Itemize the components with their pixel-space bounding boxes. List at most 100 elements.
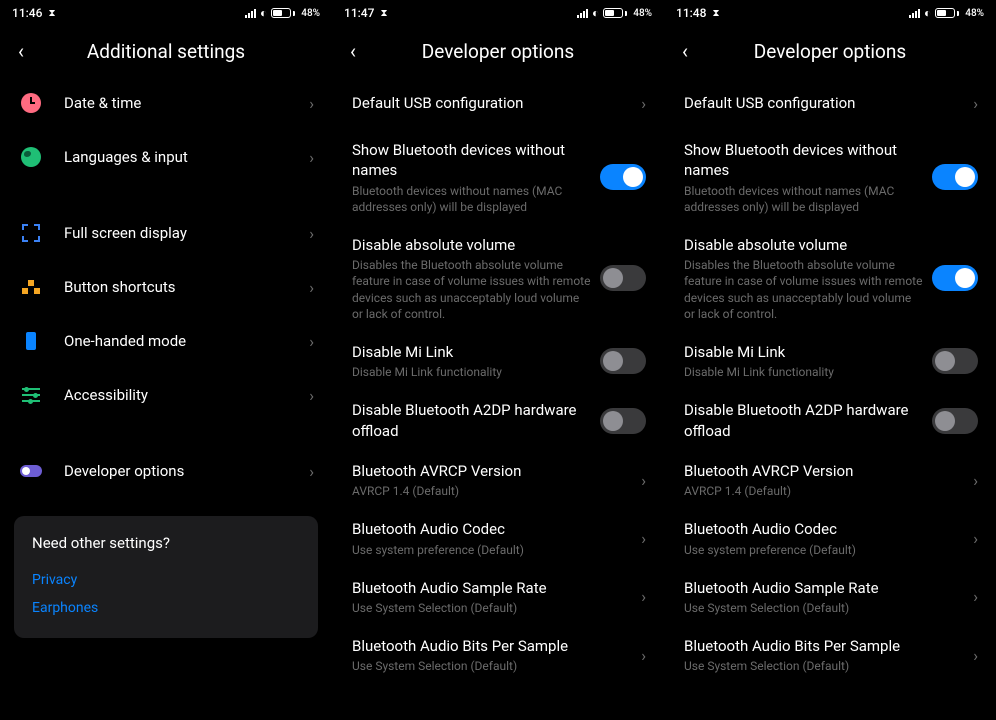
settings-row[interactable]: Full screen display ›	[0, 206, 332, 260]
footer-card: Need other settings? PrivacyEarphones	[14, 516, 318, 638]
header: ‹ Developer options	[664, 26, 996, 76]
settings-row[interactable]: Developer options ›	[0, 444, 332, 498]
signal-icon	[909, 9, 920, 18]
settings-row[interactable]: Bluetooth Audio Bits Per Sample Use Syst…	[332, 626, 664, 684]
status-bar: 11:47 ⧗ ◐ 48%	[332, 0, 664, 26]
settings-row[interactable]: Languages & input ›	[0, 130, 332, 184]
chevron-right-icon: ›	[309, 148, 314, 167]
back-button[interactable]: ‹	[18, 39, 38, 63]
toggle-switch[interactable]	[600, 348, 646, 374]
globe-icon	[20, 146, 42, 168]
row-subtitle: Use System Selection (Default)	[352, 658, 633, 674]
settings-row[interactable]: Disable absolute volume Disables the Blu…	[332, 225, 664, 332]
wifi-icon: ◐	[592, 6, 599, 20]
row-title: Disable Bluetooth A2DP hardware offload	[352, 400, 592, 441]
row-subtitle: Use system preference (Default)	[352, 542, 633, 558]
row-subtitle: Disables the Bluetooth absolute volume f…	[684, 257, 924, 322]
settings-row[interactable]: One-handed mode ›	[0, 314, 332, 368]
settings-row[interactable]: Default USB configuration ›	[664, 76, 996, 130]
chevron-right-icon: ›	[973, 646, 978, 665]
toggle-switch[interactable]	[600, 408, 646, 434]
settings-row[interactable]: Disable Mi Link Disable Mi Link function…	[332, 332, 664, 390]
row-title: Bluetooth Audio Codec	[352, 519, 633, 539]
signal-icon	[577, 9, 588, 18]
chevron-right-icon: ›	[309, 462, 314, 481]
chevron-right-icon: ›	[973, 587, 978, 606]
status-bar: 11:46 ⧗ ◐ 48%	[0, 0, 332, 26]
settings-row[interactable]: Disable Bluetooth A2DP hardware offload	[664, 390, 996, 451]
back-button[interactable]: ‹	[350, 39, 370, 63]
row-title: Bluetooth Audio Sample Rate	[684, 578, 965, 598]
row-subtitle: Use System Selection (Default)	[684, 658, 965, 674]
hourglass-icon: ⧗	[712, 8, 719, 19]
footer-link[interactable]: Earphones	[32, 594, 300, 622]
settings-row[interactable]: Disable Bluetooth A2DP hardware offload	[332, 390, 664, 451]
chevron-right-icon: ›	[309, 94, 314, 113]
chevron-right-icon: ›	[309, 278, 314, 297]
chevron-right-icon: ›	[973, 94, 978, 113]
screen-developer-options: 11:47 ⧗ ◐ 48% ‹ Developer options Defaul…	[332, 0, 664, 720]
settings-row[interactable]: Show Bluetooth devices without names Blu…	[664, 130, 996, 225]
row-title: Default USB configuration	[352, 93, 633, 113]
header: ‹ Developer options	[332, 26, 664, 76]
toggle-switch[interactable]	[932, 265, 978, 291]
settings-row[interactable]: Default USB configuration ›	[332, 76, 664, 130]
status-time: 11:48	[676, 6, 706, 20]
settings-row[interactable]: Date & time ›	[0, 76, 332, 130]
settings-row[interactable]: Bluetooth Audio Sample Rate Use System S…	[332, 568, 664, 626]
settings-row[interactable]: Bluetooth Audio Sample Rate Use System S…	[664, 568, 996, 626]
row-title: Button shortcuts	[64, 277, 301, 297]
back-button[interactable]: ‹	[682, 39, 702, 63]
toggle-switch[interactable]	[932, 408, 978, 434]
chevron-right-icon: ›	[973, 471, 978, 490]
dev-icon	[20, 460, 42, 482]
page-title: Developer options	[370, 40, 626, 63]
settings-row[interactable]: Bluetooth Audio Bits Per Sample Use Syst…	[664, 626, 996, 684]
row-title: Bluetooth Audio Sample Rate	[352, 578, 633, 598]
row-subtitle: Use System Selection (Default)	[352, 600, 633, 616]
chevron-right-icon: ›	[309, 332, 314, 351]
row-subtitle: Use system preference (Default)	[684, 542, 965, 558]
fullscreen-icon	[20, 222, 42, 244]
row-title: Disable Mi Link	[684, 342, 924, 362]
settings-row[interactable]: Bluetooth Audio Codec Use system prefere…	[332, 509, 664, 567]
row-title: Show Bluetooth devices without names	[684, 140, 924, 181]
signal-icon	[245, 9, 256, 18]
phone-icon	[20, 330, 42, 352]
settings-row[interactable]: Bluetooth AVRCP Version AVRCP 1.4 (Defau…	[332, 451, 664, 509]
row-title: Full screen display	[64, 223, 301, 243]
row-title: One-handed mode	[64, 331, 301, 351]
settings-row[interactable]: Show Bluetooth devices without names Blu…	[332, 130, 664, 225]
settings-row[interactable]: Disable absolute volume Disables the Blu…	[664, 225, 996, 332]
row-title: Bluetooth AVRCP Version	[684, 461, 965, 481]
chevron-right-icon: ›	[641, 94, 646, 113]
toggle-switch[interactable]	[932, 348, 978, 374]
battery-percent: 48%	[965, 8, 984, 19]
battery-icon	[935, 8, 959, 18]
settings-row[interactable]: Bluetooth Audio Codec Use system prefere…	[664, 509, 996, 567]
chevron-right-icon: ›	[641, 587, 646, 606]
settings-row[interactable]: Accessibility ›	[0, 368, 332, 422]
toggle-switch[interactable]	[600, 164, 646, 190]
row-title: Disable absolute volume	[684, 235, 924, 255]
toggle-switch[interactable]	[600, 265, 646, 291]
row-subtitle: AVRCP 1.4 (Default)	[684, 483, 965, 499]
row-title: Default USB configuration	[684, 93, 965, 113]
status-bar: 11:48 ⧗ ◐ 48%	[664, 0, 996, 26]
battery-percent: 48%	[301, 8, 320, 19]
battery-icon	[603, 8, 627, 18]
row-subtitle: Use System Selection (Default)	[684, 600, 965, 616]
row-title: Developer options	[64, 461, 301, 481]
status-time: 11:46	[12, 6, 42, 20]
header: ‹ Additional settings	[0, 26, 332, 76]
shortcuts-icon	[20, 276, 42, 298]
footer-link[interactable]: Privacy	[32, 566, 300, 594]
settings-row[interactable]: Button shortcuts ›	[0, 260, 332, 314]
access-icon	[20, 384, 42, 406]
toggle-switch[interactable]	[932, 164, 978, 190]
battery-percent: 48%	[633, 8, 652, 19]
row-subtitle: Bluetooth devices without names (MAC add…	[352, 183, 592, 215]
settings-row[interactable]: Disable Mi Link Disable Mi Link function…	[664, 332, 996, 390]
settings-row[interactable]: Bluetooth AVRCP Version AVRCP 1.4 (Defau…	[664, 451, 996, 509]
chevron-right-icon: ›	[641, 646, 646, 665]
